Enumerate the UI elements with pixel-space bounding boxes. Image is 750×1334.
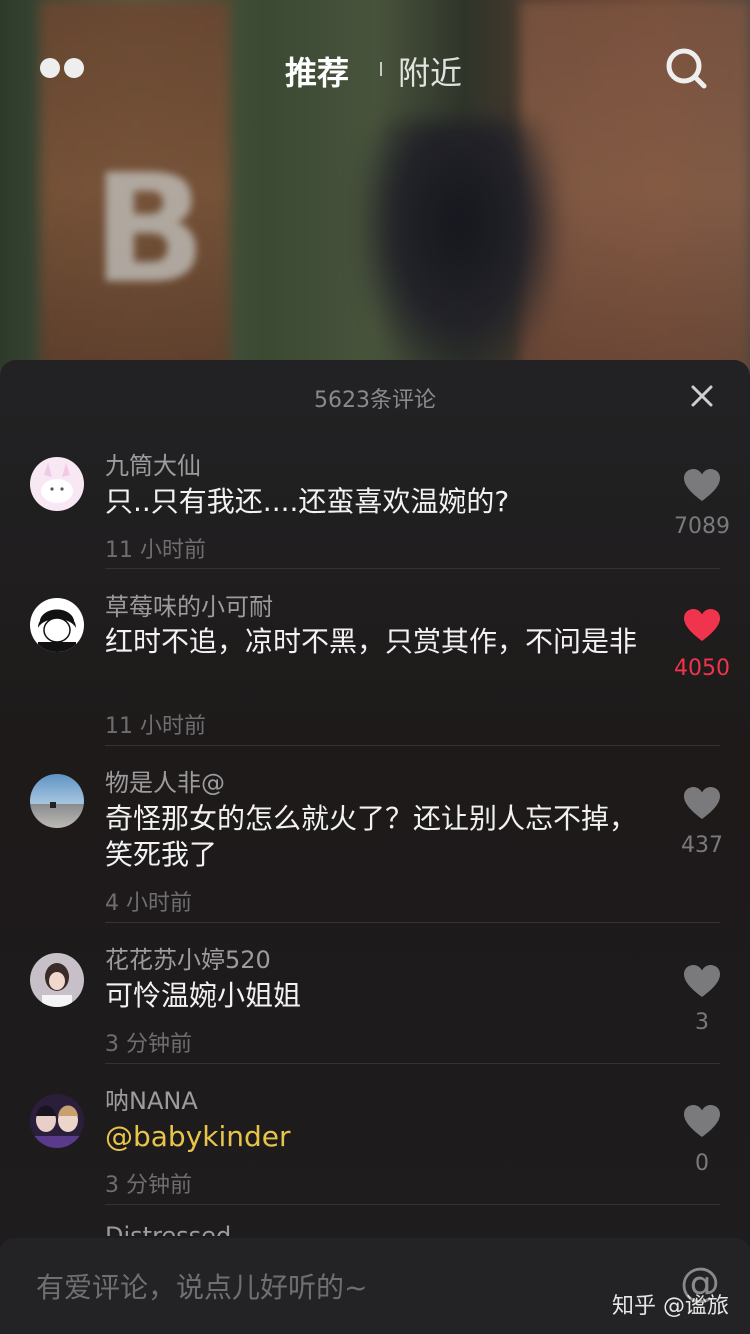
divider [105, 745, 720, 746]
heart-icon-liked [684, 609, 720, 641]
like-count: 0 [695, 1151, 709, 1176]
avatar[interactable] [30, 457, 84, 511]
comment-time: 11 小时前 [105, 714, 206, 739]
like-button[interactable] [672, 964, 732, 998]
avatar[interactable] [30, 598, 84, 652]
divider [105, 1063, 720, 1064]
divider [105, 922, 720, 923]
comment-time: 3 分钟前 [105, 1173, 192, 1198]
tab-separator [380, 62, 382, 76]
comment-time: 11 小时前 [105, 538, 206, 563]
heart-icon [684, 787, 720, 819]
dots-icon[interactable] [40, 58, 88, 80]
divider [105, 1204, 720, 1205]
comment-input[interactable] [34, 1266, 598, 1308]
like-button[interactable] [672, 786, 732, 820]
comment-username[interactable]: 九筒大仙 [105, 446, 201, 481]
like-count: 4050 [674, 656, 730, 681]
comment-text-mention[interactable]: @babykinder [105, 1119, 645, 1155]
avatar[interactable] [30, 774, 84, 828]
comment-time: 4 小时前 [105, 891, 192, 916]
comment-username[interactable]: 物是人非@ [105, 763, 225, 798]
close-icon[interactable] [690, 384, 714, 408]
comment-text: 奇怪那女的怎么就火了？还让别人忘不掉，笑死我了 [105, 802, 638, 871]
comment-username[interactable]: 呐NANA [105, 1081, 198, 1116]
search-icon[interactable] [664, 46, 708, 90]
comment-time: 3 分钟前 [105, 1032, 192, 1057]
avatar[interactable] [30, 953, 84, 1007]
comment-text: 只..只有我还....还蛮喜欢温婉的? [105, 485, 510, 518]
comment-text: 可怜温婉小姐姐 [105, 979, 302, 1012]
avatar[interactable] [30, 1094, 84, 1148]
like-count: 7089 [674, 514, 730, 539]
top-nav: 推荐 附近 [0, 30, 750, 106]
like-button[interactable] [672, 608, 732, 642]
comment-username-partial[interactable]: Distressed [105, 1222, 231, 1236]
comments-panel: 5623条评论 九筒大仙 只..只有我还....还蛮喜欢温婉的? 11 小时前 … [0, 360, 750, 1334]
heart-icon [684, 965, 720, 997]
comment-input-bar: @ 知乎 @谧旅 [0, 1238, 750, 1334]
comment-username[interactable]: 花花苏小婷520 [105, 940, 271, 975]
like-count: 437 [681, 833, 723, 858]
divider [105, 568, 720, 569]
comment-text: 红时不追，凉时不黑，只赏其作，不问是非 [105, 625, 638, 658]
tab-recommend[interactable]: 推荐 [285, 48, 349, 94]
like-button[interactable] [672, 1104, 732, 1138]
comment-username[interactable]: 草莓味的小可耐 [105, 587, 273, 622]
heart-icon [684, 1105, 720, 1137]
tab-nearby[interactable]: 附近 [398, 48, 462, 94]
comments-count-title: 5623条评论 [314, 388, 436, 413]
like-button[interactable] [672, 468, 732, 502]
watermark: 知乎 @谧旅 [612, 1294, 729, 1319]
like-count: 3 [695, 1010, 709, 1035]
heart-icon [684, 469, 720, 501]
